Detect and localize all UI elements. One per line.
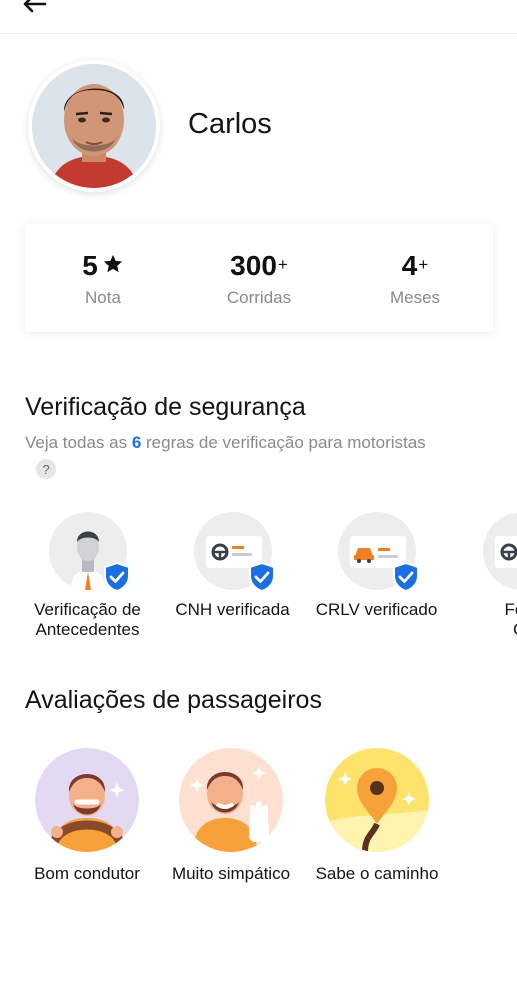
driver-photo [32,64,156,188]
verification-list: Verificação de Antecedentes CNH verifica… [0,512,517,642]
rides-suffix: + [277,255,288,274]
rides-label: Corridas [226,288,292,307]
review-label: Muito simpático [171,864,291,883]
subtitle-prefix: Veja todas as [25,433,132,452]
review-label: Sabe o caminho [315,864,439,883]
back-button[interactable] [18,0,50,16]
months-value: 4 [401,250,418,281]
friendly-icon [179,748,283,852]
rating-value: 5 [82,250,98,281]
stat-rides: 300 + Corridas [181,224,337,332]
verification-item-crlv[interactable]: CRLV verificado [304,512,449,620]
subtitle-suffix: regras de verificação para motoristas [141,433,426,452]
rating-label: Nota [85,288,121,307]
rules-count: 6 [131,433,142,452]
knows-the-way-icon [325,748,429,852]
avatar [28,60,160,192]
review-item-knows-the-way[interactable]: Sabe o caminho [302,748,452,884]
verified-shield-icon [103,562,130,592]
verification-item-background[interactable]: Verificação de Antecedentes [15,512,160,640]
security-subtitle[interactable]: Veja todas as 6 regras de verificação pa… [25,433,426,453]
star-icon [103,254,122,273]
review-item-good-driver[interactable]: Bom condutor [12,748,162,884]
photo-id-icon [494,536,517,568]
verification-label: CRLV verificado [315,600,438,619]
top-bar [0,0,517,34]
stats-card: 5 Nota 300 + Corridas 4 + Meses [25,224,493,332]
rides-value: 300 [230,250,277,281]
verification-label: Verificação de Antecedentes [34,600,141,639]
help-icon[interactable]: ? [36,459,56,479]
verified-shield-icon [248,562,275,592]
reviews-list: Bom condutor Muito simpático Sabe o cami… [0,748,517,888]
good-driver-icon [35,748,139,852]
verification-item-photo[interactable]: Foto CI [449,512,517,640]
review-label: Bom condutor [34,864,140,883]
verification-item-cnh[interactable]: CNH verificada [160,512,305,620]
security-title: Verificação de segurança [25,393,306,421]
verification-label: Foto CI [504,600,517,639]
review-item-friendly[interactable]: Muito simpático [156,748,306,884]
months-label: Meses [389,288,441,307]
profile-header: Carlos [0,60,517,195]
months-suffix: + [418,255,429,274]
driver-name: Carlos [188,108,272,140]
verified-shield-icon [392,562,419,592]
reviews-title: Avaliações de passageiros [25,686,322,714]
arrow-left-icon [23,0,47,13]
verification-label: CNH verificada [175,600,290,619]
stat-months: 4 + Meses [337,224,493,332]
stat-rating: 5 Nota [25,224,181,332]
